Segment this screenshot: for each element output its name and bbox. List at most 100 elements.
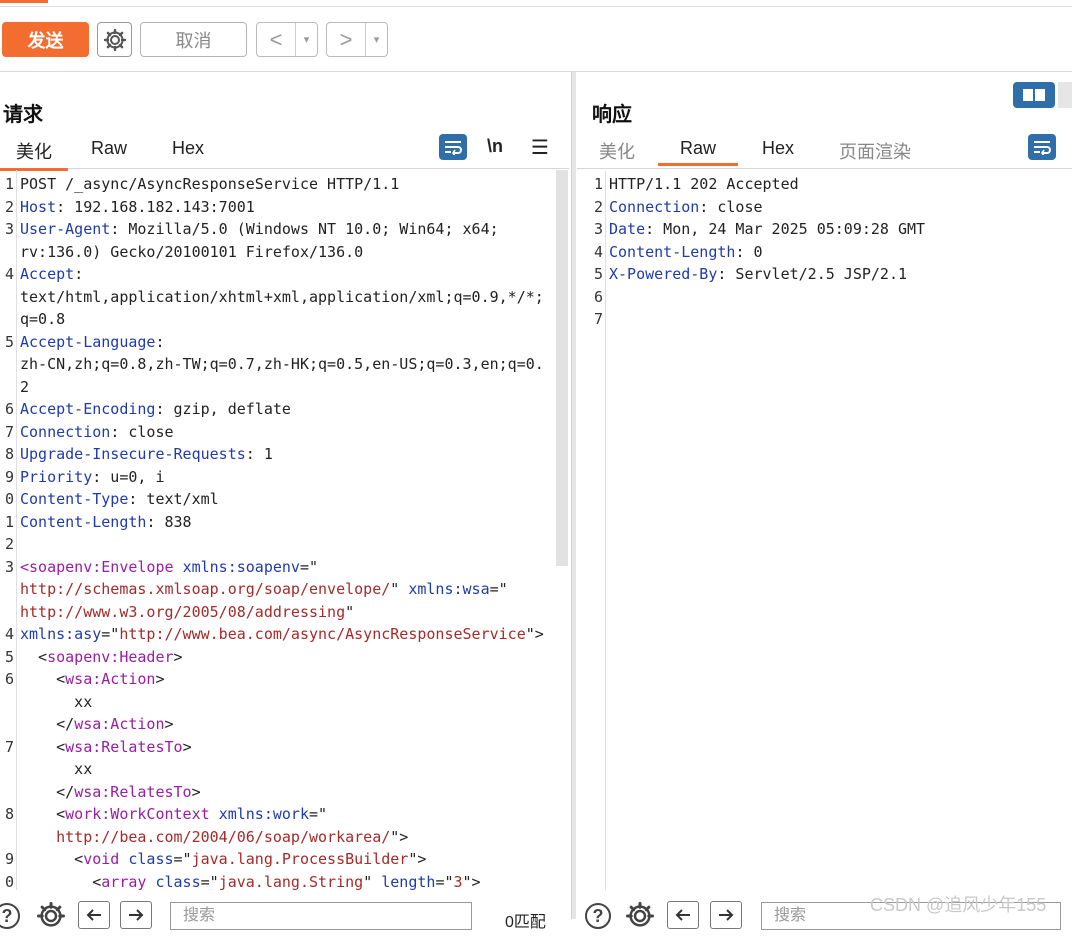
line-text: </wsa:RelatesTo> bbox=[20, 782, 201, 801]
panel-splitter[interactable] bbox=[571, 72, 576, 919]
request-code-line[interactable]: 5 Accept-Language: bbox=[0, 331, 555, 354]
request-code-line[interactable]: 7 Connection: close bbox=[0, 421, 555, 444]
line-text: http://bea.com/2004/06/soap/workarea/"> bbox=[56, 827, 409, 846]
request-code-line[interactable]: q=0.8 bbox=[0, 308, 555, 331]
request-code-line[interactable]: 0 Content-Type: text/xml bbox=[0, 488, 555, 511]
line-text: Content-Length: 0 bbox=[609, 242, 763, 261]
request-tab-raw[interactable]: Raw bbox=[91, 138, 127, 159]
settings-button[interactable] bbox=[97, 22, 132, 57]
request-code-line[interactable]: 3 <soapenv:Envelope xmlns:soapenv=" bbox=[0, 556, 555, 579]
request-code-line[interactable]: http://www.w3.org/2005/08/addressing" bbox=[0, 601, 555, 624]
line-number bbox=[0, 713, 20, 736]
line-number: 7 bbox=[593, 310, 603, 328]
line-number: 3 bbox=[4, 220, 14, 238]
previous-match-button[interactable] bbox=[667, 901, 699, 929]
line-number: 0 bbox=[4, 872, 14, 891]
request-code-line[interactable]: 2 bbox=[0, 533, 555, 556]
request-code-line[interactable]: 2 Host: 192.168.182.143:7001 bbox=[0, 196, 555, 219]
response-editor[interactable]: 1 HTTP/1.1 202 Accepted 2 Connection: close… bbox=[589, 173, 1069, 331]
request-code-line[interactable]: xx bbox=[0, 758, 555, 781]
request-code-line[interactable]: 6 Accept-Encoding: gzip, deflate bbox=[0, 398, 555, 421]
response-code-line[interactable]: 3 Date: Mon, 24 Mar 2025 05:09:28 GMT bbox=[589, 218, 1069, 241]
request-tab-pretty[interactable]: 美化 bbox=[0, 138, 68, 171]
response-wrap-toggle[interactable] bbox=[1028, 134, 1056, 160]
line-text: User-Agent: Mozilla/5.0 (Windows NT 10.0… bbox=[20, 220, 499, 238]
request-code-line[interactable]: http://schemas.xmlsoap.org/soap/envelope… bbox=[0, 578, 555, 601]
gear-icon bbox=[103, 28, 126, 51]
line-number bbox=[0, 241, 20, 264]
response-tab-hex[interactable]: Hex bbox=[762, 138, 794, 159]
line-number: 3 bbox=[4, 557, 14, 576]
cancel-button[interactable]: 取消 bbox=[140, 22, 247, 57]
wrap-lines-icon bbox=[1034, 141, 1051, 155]
request-code-line[interactable]: 2 bbox=[0, 376, 555, 399]
request-editor[interactable]: 1 POST /_async/AsyncResponseService HTTP/… bbox=[0, 173, 555, 893]
request-scrollbar[interactable] bbox=[556, 170, 568, 566]
request-code-line[interactable]: 6 <wsa:Action> bbox=[0, 668, 555, 691]
request-code-line[interactable]: 0 <array class="java.lang.String" length… bbox=[0, 871, 555, 894]
request-code-line[interactable]: rv:136.0) Gecko/20100101 Firefox/136.0 bbox=[0, 241, 555, 264]
line-number bbox=[0, 691, 20, 714]
line-text: Accept: bbox=[20, 265, 84, 283]
gear-icon bbox=[626, 902, 654, 927]
line-number: 8 bbox=[4, 805, 14, 823]
newline-toggle[interactable]: \n bbox=[487, 136, 503, 157]
help-icon[interactable]: ? bbox=[585, 903, 611, 929]
request-code-line[interactable]: xx bbox=[0, 691, 555, 714]
response-code-line[interactable]: 6 bbox=[589, 286, 1069, 309]
line-number: 3 bbox=[593, 220, 603, 238]
next-match-button[interactable] bbox=[120, 901, 152, 929]
next-match-button[interactable] bbox=[710, 901, 742, 929]
line-number: 1 bbox=[593, 175, 603, 193]
request-code-line[interactable]: 1 POST /_async/AsyncResponseService HTTP/… bbox=[0, 173, 555, 196]
forward-history-dropdown[interactable]: ▾ bbox=[366, 23, 387, 56]
request-code-line[interactable]: </wsa:RelatesTo> bbox=[0, 781, 555, 804]
previous-match-button[interactable] bbox=[78, 901, 110, 929]
line-text: 2 bbox=[20, 377, 30, 396]
request-tab-hex[interactable]: Hex bbox=[172, 138, 204, 159]
send-button[interactable]: 发送 bbox=[2, 22, 89, 57]
request-code-line[interactable]: </wsa:Action> bbox=[0, 713, 555, 736]
response-code-line[interactable]: 5 X-Powered-By: Servlet/2.5 JSP/2.1 bbox=[589, 263, 1069, 286]
active-tab-indicator bbox=[0, 0, 48, 3]
response-tab-render[interactable]: 页面渲染 bbox=[839, 138, 911, 164]
menu-icon[interactable]: ☰ bbox=[531, 135, 549, 160]
request-toolbar: 发送 取消 < ▾ > ▾ bbox=[0, 7, 1072, 72]
request-code-line[interactable]: zh-CN,zh;q=0.8,zh-TW;q=0.7,zh-HK;q=0.5,e… bbox=[0, 353, 555, 376]
request-search-input[interactable]: 搜索 bbox=[170, 902, 472, 930]
request-code-line[interactable]: 9 <void class="java.lang.ProcessBuilder"… bbox=[0, 848, 555, 871]
response-panel-title: 响应 bbox=[592, 104, 632, 126]
forward-button[interactable]: > bbox=[327, 23, 366, 56]
response-tabs: 美化 Raw Hex 页面渲染 bbox=[577, 132, 1072, 169]
response-tab-raw[interactable]: Raw bbox=[658, 138, 738, 166]
line-text: Host: 192.168.182.143:7001 bbox=[20, 197, 255, 216]
layout-toggle-stacked[interactable] bbox=[1058, 82, 1072, 108]
back-history-dropdown[interactable]: ▾ bbox=[296, 23, 317, 56]
forward-nav-group: > ▾ bbox=[326, 22, 388, 57]
response-tab-pretty[interactable]: 美化 bbox=[599, 138, 635, 164]
back-button[interactable]: < bbox=[257, 23, 296, 56]
request-code-line[interactable]: 9 Priority: u=0, i bbox=[0, 466, 555, 489]
line-text: Connection: close bbox=[20, 422, 174, 441]
request-code-line[interactable]: http://bea.com/2004/06/soap/workarea/"> bbox=[0, 826, 555, 849]
help-icon[interactable]: ? bbox=[0, 903, 20, 929]
response-code-line[interactable]: 1 HTTP/1.1 202 Accepted bbox=[589, 173, 1069, 196]
request-wrap-toggle[interactable] bbox=[439, 134, 467, 160]
response-code-line[interactable]: 2 Connection: close bbox=[589, 196, 1069, 219]
line-number: 9 bbox=[4, 850, 14, 868]
request-code-line[interactable]: 5 <soapenv:Header> bbox=[0, 646, 555, 669]
response-code-line[interactable]: 7 bbox=[589, 308, 1069, 331]
layout-toggle-side-by-side[interactable] bbox=[1013, 82, 1055, 108]
line-text: <wsa:Action> bbox=[20, 670, 165, 688]
request-code-line[interactable]: text/html,application/xhtml+xml,applicat… bbox=[0, 286, 555, 309]
request-code-line[interactable]: 4 xmlns:asy="http://www.bea.com/async/Asy… bbox=[0, 623, 555, 646]
request-code-line[interactable]: 3 User-Agent: Mozilla/5.0 (Windows NT 10.… bbox=[0, 218, 555, 241]
response-code-line[interactable]: 4 Content-Length: 0 bbox=[589, 241, 1069, 264]
request-code-line[interactable]: 4 Accept: bbox=[0, 263, 555, 286]
request-code-line[interactable]: 7 <wsa:RelatesTo> bbox=[0, 736, 555, 759]
request-search-bar: ? 搜索 0匹配 bbox=[0, 893, 569, 931]
line-number: 5 bbox=[4, 647, 14, 666]
request-code-line[interactable]: 8 <work:WorkContext xmlns:work=" bbox=[0, 803, 555, 826]
request-code-line[interactable]: 8 Upgrade-Insecure-Requests: 1 bbox=[0, 443, 555, 466]
request-code-line[interactable]: 1 Content-Length: 838 bbox=[0, 511, 555, 534]
